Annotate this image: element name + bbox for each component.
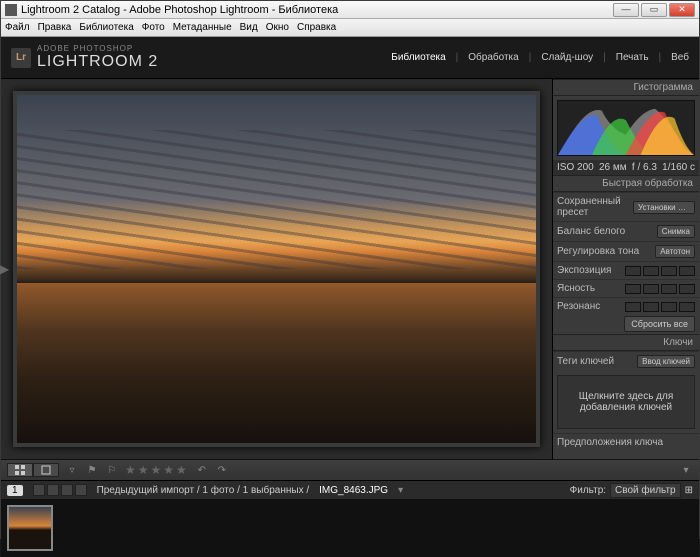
keywords-header[interactable]: Ключи (553, 334, 699, 351)
menu-photo[interactable]: Фото (142, 22, 165, 33)
lr-logo-icon: Lr (11, 48, 31, 68)
close-button[interactable]: ✕ (669, 3, 695, 17)
menu-metadata[interactable]: Метаданные (173, 22, 232, 33)
menu-view[interactable]: Вид (240, 22, 258, 33)
breadcrumb-path: Предыдущий импорт / 1 фото / 1 выбранных… (97, 485, 310, 496)
window-titlebar: Lightroom 2 Catalog - Adobe Photoshop Li… (1, 1, 699, 19)
brand-sup: ADOBE PHOTOSHOP (37, 44, 391, 53)
minimize-button[interactable]: — (613, 3, 639, 17)
menu-edit[interactable]: Правка (38, 22, 72, 33)
menu-file[interactable]: Файл (5, 22, 30, 33)
breadcrumb-filename: IMG_8463.JPG (319, 485, 388, 496)
reset-all-button[interactable]: Сбросить все (624, 316, 695, 332)
meta-iso: ISO 200 (557, 162, 594, 173)
module-picker: Библиотека| Обработка| Слайд-шоу| Печать… (391, 52, 689, 63)
painter-icon[interactable]: ▿ (65, 463, 79, 477)
vibrance-label: Резонанс (557, 301, 600, 312)
vibrance-stepper[interactable] (625, 302, 695, 312)
keyword-input[interactable]: Щелкните здесь для добавления ключей (557, 375, 695, 429)
right-panel: Гистограмма ISO 200 26 мм f / 6.3 1/160 … (552, 79, 699, 459)
identity-plate: Lr ADOBE PHOTOSHOP LIGHTROOM 2 Библиотек… (1, 37, 699, 79)
tone-label: Регулировка тона (557, 246, 639, 257)
clarity-stepper[interactable] (625, 284, 695, 294)
module-library[interactable]: Библиотека (391, 52, 445, 63)
main-canvas (1, 79, 552, 459)
count-badge: 1 (7, 485, 23, 496)
maximize-button[interactable]: ▭ (641, 3, 667, 17)
keyword-mode-select[interactable]: Ввод ключей (637, 355, 695, 368)
filmstrip-thumbnail[interactable] (7, 505, 53, 551)
flag-pick-icon[interactable]: ⚑ (85, 463, 99, 477)
exposure-stepper[interactable] (625, 266, 695, 276)
meta-shutter: 1/160 с (662, 162, 695, 173)
rotate-ccw-icon[interactable]: ↶ (195, 463, 209, 477)
filter-preset-select[interactable]: Свой фильтр (610, 483, 681, 498)
meta-aperture: f / 6.3 (632, 162, 657, 173)
wb-select[interactable]: Снимка (657, 225, 695, 238)
flag-reject-icon[interactable]: ⚐ (105, 463, 119, 477)
filmstrip[interactable] (1, 499, 699, 557)
rotate-cw-icon[interactable]: ↷ (215, 463, 229, 477)
histogram-header[interactable]: Гистограмма (553, 79, 699, 96)
clarity-label: Ясность (557, 283, 595, 294)
wb-label: Баланс белого (557, 226, 625, 237)
preset-select[interactable]: Установки по ум... (633, 201, 695, 214)
module-web[interactable]: Веб (671, 52, 689, 63)
filter-lock-icon[interactable]: ⊞ (685, 485, 693, 496)
library-toolbar: ▿ ⚑ ⚐ ★★★★★ ↶ ↷ ▾ (1, 459, 699, 481)
preset-label: Сохраненный пресет (557, 196, 633, 218)
sort-buttons[interactable] (33, 484, 87, 496)
loupe-view-button[interactable] (33, 463, 59, 477)
module-develop[interactable]: Обработка (468, 52, 518, 63)
filter-label: Фильтр: (570, 485, 606, 496)
module-slideshow[interactable]: Слайд-шоу (541, 52, 593, 63)
menu-library[interactable]: Библиотека (79, 22, 133, 33)
keyword-suggest-label: Предположения ключа (557, 437, 663, 448)
autotone-button[interactable]: Автотон (655, 245, 695, 258)
image-frame[interactable] (13, 91, 540, 447)
menu-help[interactable]: Справка (297, 22, 336, 33)
histogram-meta: ISO 200 26 мм f / 6.3 1/160 с (553, 160, 699, 175)
meta-focal: 26 мм (599, 162, 627, 173)
left-panel-expander-icon[interactable]: ▶ (1, 249, 8, 289)
quick-dev-header[interactable]: Быстрая обработка (553, 175, 699, 192)
toolbar-menu-icon[interactable]: ▾ (679, 463, 693, 477)
preview-image (17, 95, 536, 443)
exposure-label: Экспозиция (557, 265, 611, 276)
module-print[interactable]: Печать (616, 52, 649, 63)
app-icon (5, 4, 17, 16)
menu-window[interactable]: Окно (266, 22, 289, 33)
keyword-tags-label: Теги ключей (557, 356, 614, 367)
histogram[interactable] (557, 100, 695, 156)
grid-view-button[interactable] (7, 463, 33, 477)
menu-bar: Файл Правка Библиотека Фото Метаданные В… (1, 19, 699, 37)
breadcrumb-bar: 1 Предыдущий импорт / 1 фото / 1 выбранн… (1, 481, 699, 499)
rating-stars[interactable]: ★★★★★ (125, 463, 189, 477)
brand-main: LIGHTROOM 2 (37, 53, 391, 71)
window-title: Lightroom 2 Catalog - Adobe Photoshop Li… (21, 4, 613, 16)
